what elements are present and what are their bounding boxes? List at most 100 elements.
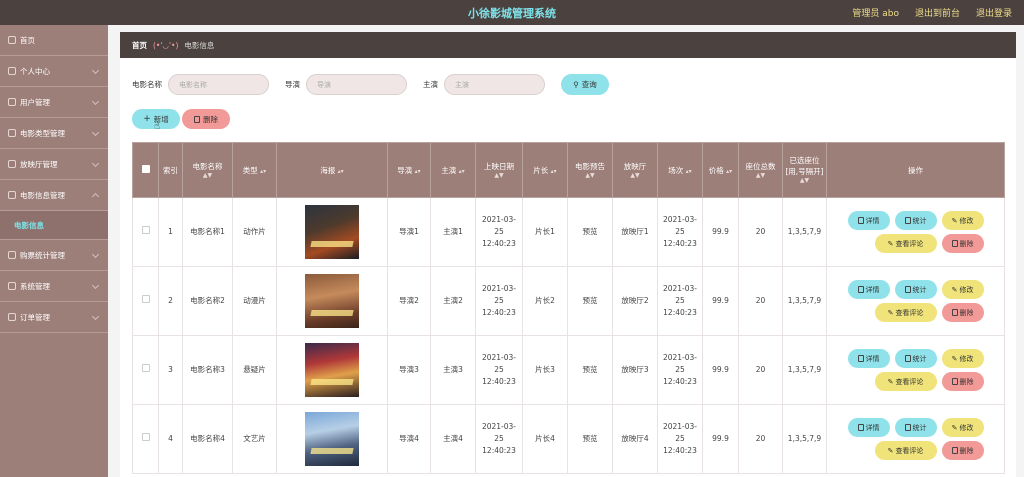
cell-index: 3 (158, 335, 183, 405)
edit-button[interactable]: ✎ 修改 (941, 211, 984, 230)
remove-button[interactable]: 删除 (941, 441, 984, 460)
sidebar-item-system[interactable]: 系统管理 (0, 271, 108, 302)
col-date[interactable]: 上映日期 ▲▼ (475, 142, 523, 198)
review-button[interactable]: ✎ 查看评论 (874, 372, 937, 391)
sort-icon[interactable]: ▴▾ (686, 168, 692, 175)
sidebar-item-orders[interactable]: 订单管理 (0, 302, 108, 333)
detail-button[interactable]: 详情 (847, 349, 890, 368)
stat-button[interactable]: 统计 (894, 418, 937, 437)
add-button[interactable]: + 新增 ☝ (132, 109, 180, 132)
cell-length: 片长3 (522, 335, 568, 405)
cell-hall: 放映厅4 (612, 404, 658, 474)
preview-link[interactable]: 预览 (567, 266, 613, 336)
col-length[interactable]: 片长 ▴▾ (522, 142, 568, 198)
cell-date: 2021-03-25 12:40:23 (475, 335, 523, 405)
col-price[interactable]: 价格 ▴▾ (702, 142, 739, 198)
col-hall[interactable]: 放映厅 ▲▼ (612, 142, 658, 198)
director-input[interactable]: 导演 (306, 74, 407, 95)
sort-icon[interactable]: ▴▾ (415, 168, 421, 175)
detail-button[interactable]: 详情 (847, 418, 890, 437)
sort-icon[interactable]: ▴▾ (726, 168, 732, 175)
trash-icon (951, 447, 958, 454)
row-checkbox[interactable] (141, 226, 150, 234)
sort-icon[interactable]: ▴▾ (551, 168, 557, 175)
sidebar-item-ticket-stats[interactable]: 购票统计管理 (0, 240, 108, 271)
sidebar-item-home[interactable]: 首页 (0, 25, 108, 56)
col-seats[interactable]: 座位总数 ▲▼ (738, 142, 783, 198)
edit-button[interactable]: ✎ 修改 (941, 280, 984, 299)
row-checkbox[interactable] (141, 364, 150, 372)
cell-index: 1 (158, 197, 183, 267)
chevron-up-icon (91, 192, 100, 201)
cell-actor: 主演1 (430, 197, 476, 267)
cell-price: 99.9 (702, 266, 739, 336)
remove-button[interactable]: 删除 (941, 234, 984, 253)
sort-icon[interactable]: ▴▾ (260, 168, 266, 175)
preview-link[interactable]: 预览 (567, 197, 613, 267)
menu-icon (8, 160, 16, 168)
edit-button[interactable]: ✎ 修改 (941, 349, 984, 368)
preview-link[interactable]: 预览 (567, 404, 613, 474)
cell-name: 电影名称3 (182, 335, 233, 405)
col-actor[interactable]: 主演 ▴▾ (430, 142, 476, 198)
cell-actor: 主演4 (430, 404, 476, 474)
col-selected-seats[interactable]: 已选座位[用,号隔开] ▲▼ (782, 142, 827, 198)
preview-link[interactable]: 预览 (567, 335, 613, 405)
sort-icon[interactable]: ▲▼ (741, 172, 780, 180)
trash-icon (951, 378, 958, 385)
cursor-icon: ☝ (154, 121, 161, 132)
col-type[interactable]: 类型 ▴▾ (232, 142, 277, 198)
breadcrumb-home[interactable]: 首页 (132, 40, 147, 51)
col-preview[interactable]: 电影预告 ▲▼ (567, 142, 613, 198)
sort-icon[interactable]: ▲▼ (185, 172, 230, 180)
exit-to-front-link[interactable]: 退出到前台 (915, 6, 960, 19)
cell-price: 99.9 (702, 404, 739, 474)
header-links: 管理员 abo 退出到前台 退出登录 (852, 6, 1012, 19)
row-checkbox[interactable] (141, 295, 150, 303)
remove-button[interactable]: 删除 (941, 303, 984, 322)
stat-button[interactable]: 统计 (894, 349, 937, 368)
pencil-icon: ✎ (887, 239, 894, 248)
sort-icon[interactable]: ▲▼ (478, 172, 520, 180)
detail-button[interactable]: 详情 (847, 280, 890, 299)
logout-link[interactable]: 退出登录 (976, 6, 1012, 19)
sidebar-item-halls[interactable]: 放映厅管理 (0, 149, 108, 180)
col-session[interactable]: 场次 ▴▾ (657, 142, 703, 198)
search-icon: ⚲ (573, 80, 579, 89)
edit-button[interactable]: ✎ 修改 (941, 418, 984, 437)
remove-button[interactable]: 删除 (941, 372, 984, 391)
row-checkbox[interactable] (141, 433, 150, 441)
name-input[interactable]: 电影名称 (168, 74, 269, 95)
review-button[interactable]: ✎ 查看评论 (874, 303, 937, 322)
select-all-checkbox[interactable] (141, 164, 150, 173)
delete-button[interactable]: 删除 (182, 109, 230, 129)
sidebar-item-movie-types[interactable]: 电影类型管理 (0, 118, 108, 149)
review-button[interactable]: ✎ 查看评论 (874, 234, 937, 253)
cell-ops: 详情 统计 ✎ 修改 ✎ 查看评论 删除 (826, 266, 1005, 336)
col-name[interactable]: 电影名称 ▲▼ (182, 142, 233, 198)
cell-poster (276, 404, 388, 474)
sort-icon[interactable]: ▴▾ (459, 168, 465, 175)
top-header: 小徐影城管理系统 管理员 abo 退出到前台 退出登录 (0, 0, 1024, 25)
review-button[interactable]: ✎ 查看评论 (874, 441, 937, 460)
sort-icon[interactable]: ▲▼ (785, 177, 824, 185)
cell-length: 片长4 (522, 404, 568, 474)
select-all-cell[interactable] (132, 142, 159, 198)
sort-icon[interactable]: ▲▼ (570, 172, 610, 180)
search-button[interactable]: ⚲ 查询 (561, 74, 609, 95)
sidebar-item-movie-info[interactable]: 电影信息管理 (0, 180, 108, 211)
col-poster[interactable]: 海报 ▴▾ (276, 142, 388, 198)
stat-button[interactable]: 统计 (894, 211, 937, 230)
actor-input[interactable]: 主演 (444, 74, 545, 95)
sidebar-subitem-movie-info[interactable]: 电影信息 (0, 211, 108, 240)
sidebar-item-users[interactable]: 用户管理 (0, 87, 108, 118)
sort-icon[interactable]: ▲▼ (615, 172, 655, 180)
action-bar: + 新增 ☝ 删除 (132, 109, 230, 132)
detail-button[interactable]: 详情 (847, 211, 890, 230)
sidebar-item-profile[interactable]: 个人中心 (0, 56, 108, 87)
stat-button[interactable]: 统计 (894, 280, 937, 299)
col-director[interactable]: 导演 ▴▾ (387, 142, 431, 198)
director-label: 导演 (285, 80, 300, 89)
cell-length: 片长1 (522, 197, 568, 267)
sort-icon[interactable]: ▴▾ (338, 168, 344, 175)
